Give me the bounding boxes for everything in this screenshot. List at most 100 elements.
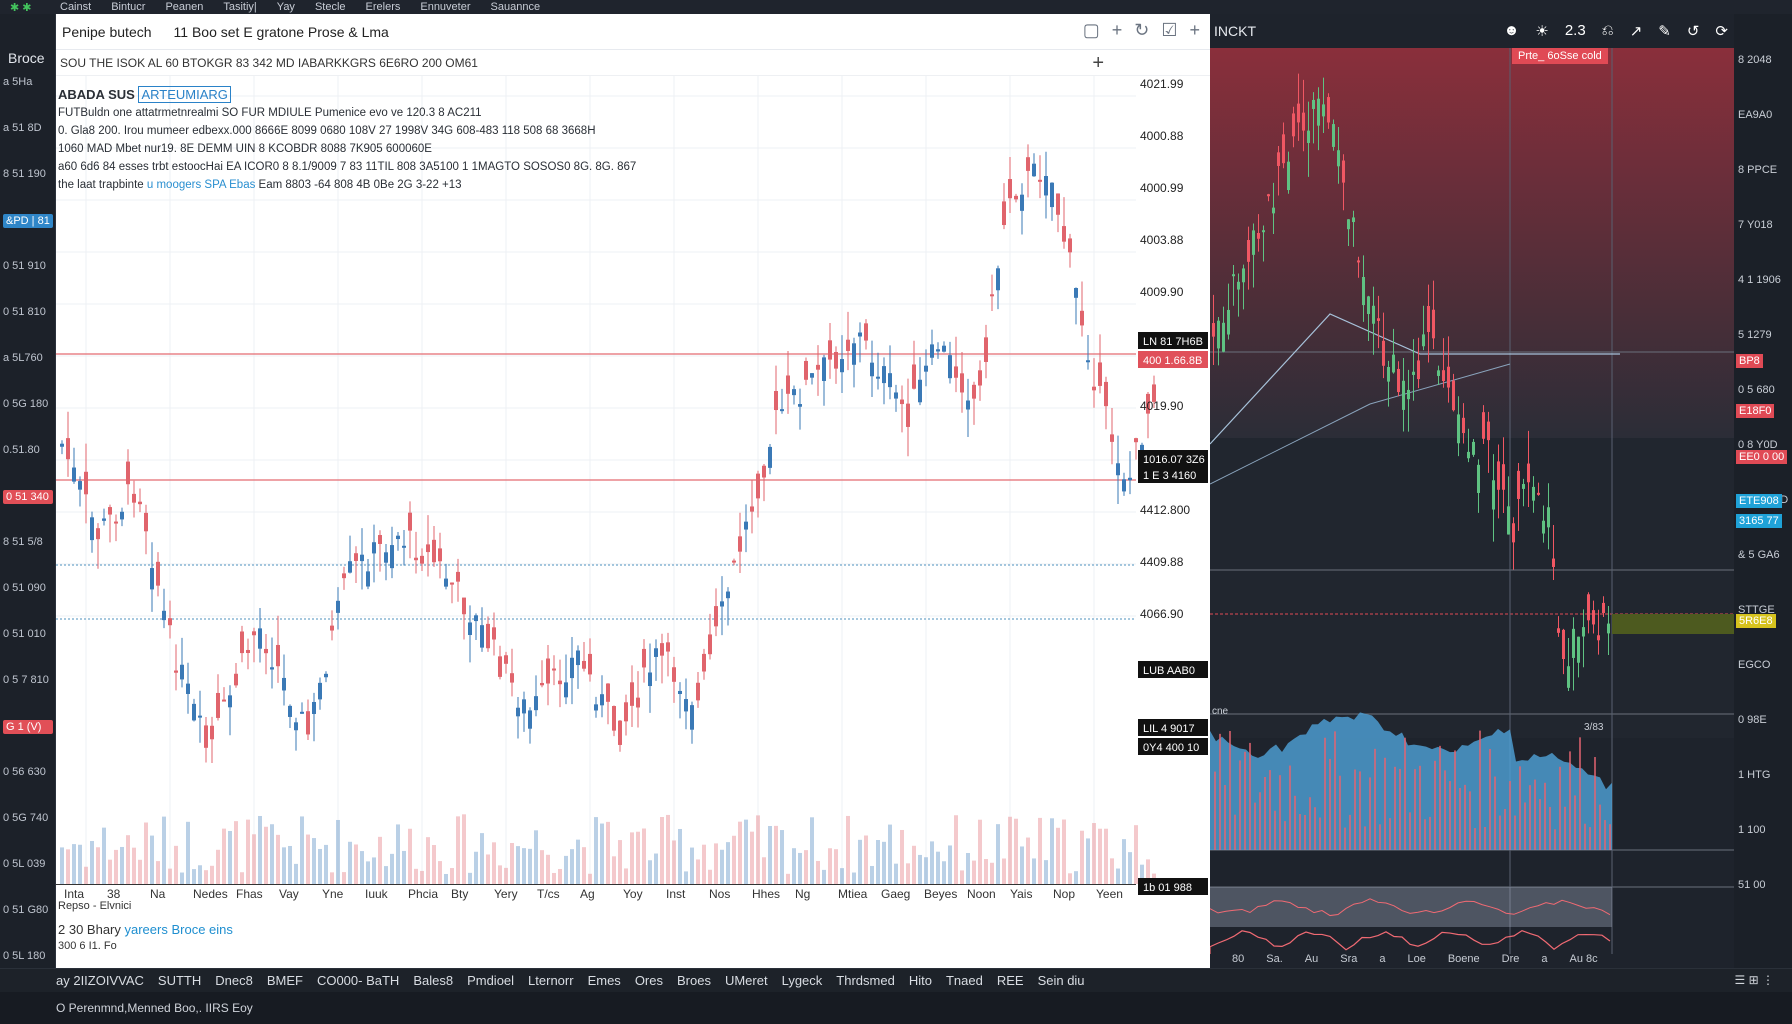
left-scale-tick: 0 56 630 <box>3 766 46 778</box>
status-item[interactable]: Emes <box>588 973 621 988</box>
status-item[interactable]: Ores <box>635 973 663 988</box>
price-alert-badge[interactable]: Prte_ 6oSse cold <box>1512 48 1608 64</box>
status-item[interactable]: Pmdioel <box>467 973 514 988</box>
menu-item[interactable]: Yay <box>267 1 305 13</box>
right-candle-body <box>1412 371 1415 375</box>
right-tool-icon[interactable]: ☻ <box>1504 22 1520 40</box>
volume-bar <box>216 849 220 884</box>
volume-bar <box>738 821 742 884</box>
menu-item[interactable]: Ennuveter <box>410 1 480 13</box>
right-volume-bar <box>1439 745 1441 850</box>
right-price-scale[interactable]: 8 2048 EA9A0 8 PPCE 7 Y018 4 1 1906 5 1279 0 5… <box>1734 14 1792 984</box>
right-volume-bar <box>1449 781 1451 850</box>
status-item[interactable]: Bales8 <box>413 973 453 988</box>
right-candle-body <box>1482 412 1485 439</box>
add-icon[interactable]: + <box>1189 20 1200 41</box>
status-item[interactable]: SUTTH <box>158 973 201 988</box>
right-tool-icon[interactable]: ⟳ <box>1715 22 1728 40</box>
trading-app: ✱ ✱ Cainst Bintucr Peanen Tasitiy| Yay Stecle… <box>0 0 1792 1024</box>
main-chart-panel[interactable]: Inta 38 Na Nedes Fhas Vay Yne Iuuk Phcia Bty Yery T… <box>56 14 1210 968</box>
volume-bar <box>102 827 106 884</box>
right-symbol-name[interactable]: INCKT <box>1214 23 1256 39</box>
right-candle-body <box>1462 417 1465 434</box>
menu-item[interactable]: Tasitiy| <box>213 1 266 13</box>
status-item[interactable]: Hito <box>909 973 932 988</box>
main-chart-footer: Repso - Elvnici 2 30 Bhary yareers Broce… <box>56 898 1210 968</box>
volume-bar <box>774 825 778 884</box>
price-label-text: 0Y4 400 10 <box>1143 742 1199 754</box>
square-icon[interactable]: ▢ <box>1083 20 1100 41</box>
candle-body <box>930 344 934 358</box>
candle-body <box>510 673 514 683</box>
volume-bar <box>882 841 886 884</box>
status-item[interactable]: Lygeck <box>782 973 823 988</box>
status-item[interactable]: UMeret <box>725 973 768 988</box>
menu-item[interactable]: Peanen <box>155 1 213 13</box>
symbol-name[interactable]: Penipe butech <box>62 24 152 40</box>
status-item[interactable]: Thrdsmed <box>836 973 895 988</box>
status-icons[interactable]: ☰ ⊞ ⋮ <box>1735 973 1774 987</box>
right-chart-canvas[interactable]: 3/83 cne <box>1210 14 1734 968</box>
right-tool-icon[interactable]: ✎ <box>1658 22 1671 40</box>
menu-item[interactable]: Cainst <box>50 1 101 13</box>
status-item[interactable]: Broes <box>677 973 711 988</box>
right-tool-icon[interactable]: ↗ <box>1630 22 1643 40</box>
refresh-icon[interactable]: ↻ <box>1134 20 1149 41</box>
status-item[interactable]: BMEF <box>267 973 303 988</box>
volume-bar <box>984 859 988 884</box>
candle-body <box>738 536 742 552</box>
candle-body <box>360 554 364 562</box>
right-candle-body <box>1477 464 1480 493</box>
status-item[interactable]: Tnaed <box>946 973 983 988</box>
right-volume-bar <box>1554 829 1556 850</box>
volume-bar <box>300 816 304 884</box>
candle-body <box>132 493 136 503</box>
candle-body <box>810 373 814 378</box>
right-x-tick: a <box>1379 953 1386 965</box>
right-tool-icon[interactable]: 2.3 <box>1565 22 1586 40</box>
volume-bar <box>642 828 646 884</box>
status-item[interactable]: Dnec8 <box>215 973 253 988</box>
candle-body <box>582 660 586 669</box>
right-tool-icon[interactable]: ↺ <box>1687 22 1700 40</box>
status-item[interactable]: Lternorr <box>528 973 574 988</box>
add-indicator-icon[interactable]: + <box>1092 52 1104 75</box>
candle-body <box>60 443 64 447</box>
volume-bar <box>186 821 190 884</box>
right-scale-label: EE0 0 00 <box>1736 450 1788 464</box>
legend-last-blue[interactable]: u moogers SPA Ebas <box>147 179 255 191</box>
footer-line-2-link[interactable]: yareers Broce eins <box>125 922 233 937</box>
right-candle-body <box>1332 124 1335 147</box>
checkbox-icon[interactable]: ☑ <box>1161 20 1177 41</box>
right-candle-body <box>1212 323 1215 337</box>
candle-body <box>516 707 520 717</box>
right-tool-icon[interactable]: ☀ <box>1535 22 1548 40</box>
volume-bar <box>246 819 250 884</box>
candle-body <box>72 467 76 482</box>
plus-icon[interactable]: + <box>1112 20 1123 41</box>
volume-bar <box>726 842 730 884</box>
right-candle-body <box>1562 629 1565 660</box>
status-item[interactable]: CO000- BaTH <box>317 973 399 988</box>
right-chart-panel[interactable]: 3/83 cne INCKT ☻ ☀ 2.3 ⎌ ↗ ✎ ↺ ⟳ Prte_ 6oSse col… <box>1210 14 1734 968</box>
menu-item[interactable]: Sauannce <box>481 1 551 13</box>
legend-header[interactable]: ABADA SUS ARTEUMIARG <box>58 86 636 104</box>
menu-item[interactable]: Stecle <box>305 1 356 13</box>
right-tool-icon[interactable]: ⎌ <box>1602 22 1614 40</box>
candle-body <box>672 667 676 682</box>
legend-head-boxed: ARTEUMIARG <box>138 86 231 103</box>
status-item[interactable]: REE <box>997 973 1024 988</box>
menu-item[interactable]: Erelers <box>356 1 411 13</box>
status-item[interactable]: ay 2IIZOIVVAC <box>56 973 144 988</box>
left-scale-tick: &PD | 81 <box>3 214 53 228</box>
volume-bar <box>120 846 124 884</box>
status-item[interactable]: Sein diu <box>1038 973 1085 988</box>
price-tick: 4000.88 <box>1140 129 1184 143</box>
candle-body <box>888 373 892 388</box>
left-price-scale[interactable]: Broce a 5Ha a 51 8D 8 51 190 &PD | 81 0 51 9… <box>0 14 56 1008</box>
volume-bar <box>786 873 790 884</box>
right-volume-bar <box>1379 824 1381 850</box>
menu-item[interactable]: Bintucr <box>101 1 155 13</box>
status-bar: ☰ ⊞ ⋮ ay 2IIZOIVVAC SUTTH Dnec8 BMEF CO000- … <box>0 968 1792 992</box>
right-candle-body <box>1397 368 1400 393</box>
